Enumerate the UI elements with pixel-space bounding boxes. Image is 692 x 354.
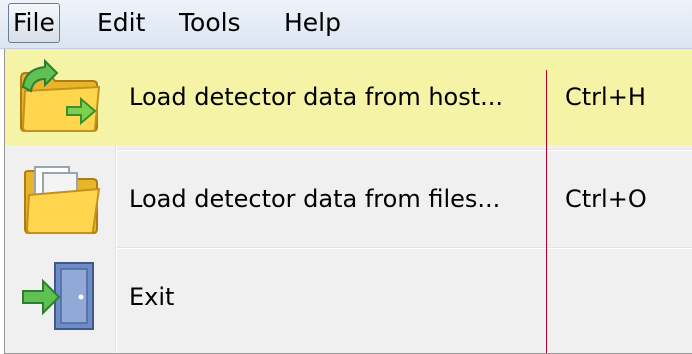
folder-load-host-icon xyxy=(20,58,101,132)
menu-edit[interactable]: Edit xyxy=(93,3,149,43)
exit-door-icon xyxy=(22,262,94,330)
load-from-files-label: Load detector data from files... xyxy=(129,185,501,213)
menu-bar: File Edit Tools Help xyxy=(0,0,692,49)
load-from-files-shortcut: Ctrl+O xyxy=(565,185,647,213)
menu-separator xyxy=(117,149,692,150)
menu-separator xyxy=(117,247,692,248)
file-menu-dropdown: Load detector data from host... Ctrl+H L… xyxy=(4,49,692,354)
menu-help[interactable]: Help xyxy=(280,3,345,43)
menu-item-load-from-host[interactable]: Load detector data from host... Ctrl+H xyxy=(5,49,692,145)
folder-open-files-icon xyxy=(24,166,101,234)
load-from-host-label: Load detector data from host... xyxy=(129,83,504,111)
menu-file[interactable]: File xyxy=(8,3,60,43)
load-from-host-shortcut: Ctrl+H xyxy=(565,83,646,111)
menu-tools[interactable]: Tools xyxy=(175,3,245,43)
menu-item-exit[interactable]: Exit xyxy=(5,249,692,345)
exit-label: Exit xyxy=(129,283,175,311)
menu-item-load-from-files[interactable]: Load detector data from files... Ctrl+O xyxy=(5,151,692,247)
guide-line xyxy=(546,70,547,353)
